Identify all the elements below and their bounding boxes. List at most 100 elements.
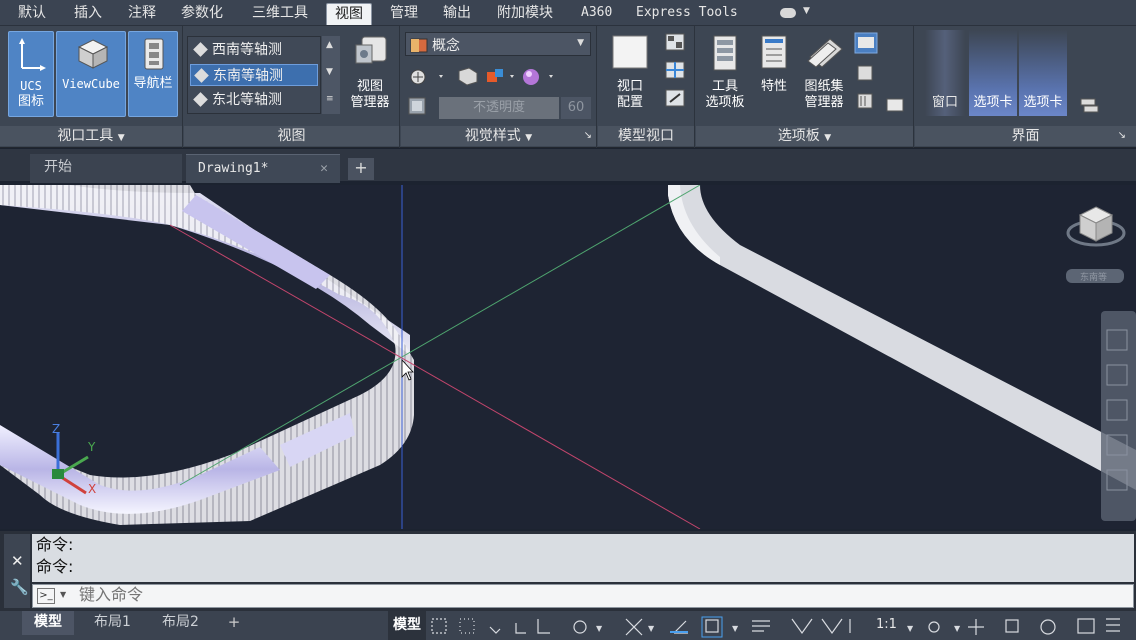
view-item-sw-iso[interactable]: 西南等轴测	[190, 39, 318, 61]
chevron-down-icon: ▼	[117, 133, 125, 143]
panel-title-interface[interactable]: 界面 ↘	[915, 126, 1136, 146]
view-item-label: 东北等轴测	[212, 92, 282, 108]
tab-addins[interactable]: 附加模块	[489, 3, 561, 25]
properties-label: 特性	[760, 79, 787, 94]
annotation-scale[interactable]: 1:1	[876, 617, 897, 632]
command-window-handle[interactable]: ✕ 🔧	[4, 534, 30, 608]
cloud-icon[interactable]	[780, 8, 796, 18]
svg-text:▼: ▼	[907, 624, 914, 633]
svg-text:▼: ▼	[648, 624, 655, 633]
palette-extra-icon[interactable]	[884, 94, 906, 114]
status-toolbar[interactable]: ▼ ▼ ▼ ▼ ▼	[430, 611, 1130, 640]
tab-insert[interactable]: 插入	[66, 3, 110, 25]
panel-title-palettes[interactable]: 选项板 ▼	[696, 126, 913, 146]
chevron-down-icon[interactable]: ▼	[60, 590, 66, 599]
command-prompt-icon[interactable]: >_	[37, 588, 55, 604]
layout-tabs-button[interactable]: 选项卡	[1019, 30, 1067, 116]
sheetset-manager-button[interactable]: 图纸集 管理器	[796, 31, 852, 117]
ucs-y-axis-line	[179, 185, 701, 486]
tab-start[interactable]: 开始	[30, 154, 182, 183]
sheetset-label-2: 管理器	[804, 95, 844, 110]
view-list-scrollbar[interactable]: ▲ ▼ ≡	[322, 36, 340, 114]
tab-drawing1[interactable]: Drawing1* ✕	[186, 154, 340, 183]
panel-launcher-icon[interactable]: ↘	[1118, 126, 1126, 146]
ucs-icon-button[interactable]: UCS 图标	[8, 31, 54, 117]
view-list: 西南等轴测 东南等轴测 东北等轴测	[187, 36, 321, 114]
tab-view[interactable]: 视图	[326, 3, 372, 25]
toolbars-icon[interactable]	[1079, 96, 1101, 116]
ucs-axes-icon	[19, 38, 46, 71]
viewcube-label: ViewCube	[62, 77, 120, 91]
palette-small-buttons[interactable]	[854, 32, 878, 116]
command-input[interactable]	[79, 585, 1079, 607]
view-item-ne-iso[interactable]: 东北等轴测	[190, 89, 318, 111]
tab-model[interactable]: 模型	[22, 611, 74, 635]
tab-layout1[interactable]: 布局1	[82, 611, 143, 635]
add-layout-button[interactable]: +	[222, 613, 246, 633]
window-button[interactable]: 窗口	[925, 30, 965, 116]
panel-title-views[interactable]: 视图	[184, 126, 399, 146]
panel-launcher-icon[interactable]: ↘	[584, 126, 592, 146]
viewport-config-button[interactable]: 视口 配置	[602, 31, 658, 117]
tool-palettes-button[interactable]: 工具 选项板	[698, 31, 752, 117]
xray-icon[interactable]	[407, 96, 429, 116]
file-tabs-button[interactable]: 选项卡	[969, 30, 1017, 116]
visual-style-dropdown[interactable]: 概念 ▼	[405, 32, 591, 56]
tab-output[interactable]: 输出	[435, 3, 479, 25]
command-history-line: 命令:	[36, 535, 74, 554]
autocad-window: 默认 插入 注释 参数化 三维工具 视图 管理 输出 附加模块 A360 Exp…	[0, 0, 1136, 640]
command-history-line: 命令:	[36, 557, 74, 576]
tab-layout2[interactable]: 布局2	[150, 611, 211, 635]
tab-a360[interactable]: A360	[573, 3, 620, 25]
view-manager-label-1: 视图	[356, 79, 383, 94]
tab-parametric[interactable]: 参数化	[173, 3, 231, 25]
viewport-config-icon	[612, 35, 648, 69]
model-space-toggle[interactable]: 模型	[388, 611, 426, 640]
tab-manage[interactable]: 管理	[382, 3, 426, 25]
drawing-viewport[interactable]: Z Y X 东南等	[0, 185, 1136, 529]
navbar-label: 导航栏	[133, 76, 173, 91]
close-icon[interactable]: ✕	[320, 155, 328, 182]
tool-palettes-icon	[713, 35, 737, 71]
panel-title-viewport-tools[interactable]: 视口工具 ▼	[0, 126, 182, 146]
window-label: 窗口	[931, 95, 958, 110]
opacity-value[interactable]: 60	[561, 97, 591, 119]
solid-slot-right[interactable]	[668, 185, 1136, 490]
tab-3d-tools[interactable]: 三维工具	[244, 3, 316, 25]
expand-icon[interactable]: ≡	[326, 94, 334, 104]
viewcube-wcs-label: 东南等	[1080, 271, 1107, 283]
chevron-down-icon: ▼	[525, 133, 533, 143]
view-item-se-iso[interactable]: 东南等轴测	[190, 64, 318, 86]
tab-default[interactable]: 默认	[10, 3, 54, 25]
tab-annotate[interactable]: 注释	[120, 3, 164, 25]
axis-z-label: Z	[52, 422, 60, 436]
opacity-slider[interactable]: 不透明度	[439, 97, 559, 119]
scroll-up-icon[interactable]: ▲	[326, 40, 333, 50]
panel-title-text: 界面	[1011, 128, 1040, 144]
viewcube-widget[interactable]	[1066, 206, 1126, 283]
navbar-button[interactable]: 导航栏	[128, 31, 178, 117]
view-manager-button[interactable]: 视图 管理器	[344, 31, 396, 117]
chevron-down-icon[interactable]: ▼	[803, 6, 810, 16]
viewport-small-buttons[interactable]	[664, 32, 686, 114]
svg-text:▼: ▼	[954, 624, 961, 633]
tab-express-tools[interactable]: Express Tools	[628, 3, 746, 25]
tool-palettes-label-2: 选项板	[705, 95, 745, 110]
new-tab-button[interactable]: +	[348, 158, 374, 180]
properties-button[interactable]: 特性	[754, 31, 794, 117]
panel-title-model-viewports[interactable]: 模型视口	[598, 126, 694, 146]
scroll-down-icon[interactable]: ▼	[326, 67, 333, 77]
navigation-bar[interactable]	[1101, 311, 1136, 521]
panel-interface: 窗口 选项卡 选项卡 界面 ↘	[915, 26, 1136, 148]
layout-tabs-label: 选项卡	[1023, 95, 1063, 110]
command-input-box[interactable]: >_ ▼	[32, 584, 1134, 608]
wrench-icon[interactable]: 🔧	[10, 578, 29, 596]
panel-title-visual-styles[interactable]: 视觉样式 ▼ ↘	[401, 126, 596, 146]
cube-icon	[194, 68, 209, 83]
panel-visual-styles: 概念 ▼ 不透明度 60 视觉样式 ▼ ↘	[401, 26, 597, 148]
viewcube-button[interactable]: ViewCube	[56, 31, 126, 117]
model-space-canvas: Z Y X 东南等	[0, 185, 1136, 529]
sheetset-icon	[807, 38, 843, 68]
panel-title-text: 视口工具	[57, 128, 114, 144]
close-icon[interactable]: ✕	[11, 552, 24, 570]
